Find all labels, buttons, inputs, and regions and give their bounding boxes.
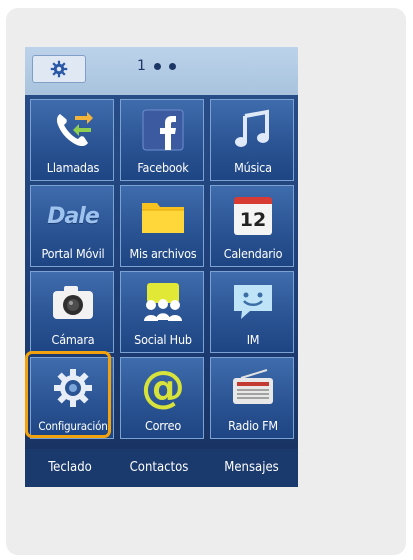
chat-smiley-icon bbox=[234, 285, 272, 319]
app-tile-calendario[interactable]: 12 Calendario bbox=[210, 185, 294, 267]
app-tile-portal-movil[interactable]: Dale Portal Móvil bbox=[30, 185, 114, 267]
app-label: Radio FM bbox=[228, 418, 278, 433]
highlight-box bbox=[25, 351, 111, 438]
people-icon bbox=[144, 283, 182, 321]
app-tile-camara[interactable]: Cámara bbox=[30, 271, 114, 353]
app-tile-social-hub[interactable]: Social Hub bbox=[120, 271, 204, 353]
app-label: Portal Móvil bbox=[41, 246, 105, 261]
music-note-icon bbox=[235, 109, 269, 147]
dock-teclado[interactable]: Teclado bbox=[25, 449, 115, 487]
app-tile-radio-fm[interactable]: Radio FM bbox=[210, 357, 294, 439]
app-label: Mis archivos bbox=[129, 246, 197, 261]
dale-logo-icon: Dale bbox=[47, 203, 100, 229]
app-label: IM bbox=[246, 332, 260, 347]
camera-icon bbox=[53, 286, 93, 319]
app-label: Llamadas bbox=[46, 160, 100, 175]
app-label: Social Hub bbox=[134, 332, 192, 347]
bottom-dock: Teclado Contactos Mensajes bbox=[25, 449, 298, 487]
gear-icon bbox=[50, 60, 68, 78]
app-label: Música bbox=[234, 160, 272, 175]
facebook-icon bbox=[142, 109, 184, 151]
radio-icon bbox=[233, 369, 273, 404]
page-indicator: 1 bbox=[137, 59, 176, 73]
app-tile-llamadas[interactable]: Llamadas bbox=[30, 99, 114, 181]
app-label: Correo bbox=[144, 418, 182, 433]
dock-contactos[interactable]: Contactos bbox=[115, 449, 203, 487]
calendar-day: 12 bbox=[239, 208, 267, 231]
dock-mensajes[interactable]: Mensajes bbox=[205, 449, 298, 487]
app-tile-correo[interactable]: @ Correo bbox=[120, 357, 204, 439]
app-label: Calendario bbox=[223, 246, 283, 261]
calendar-icon: 12 bbox=[234, 197, 272, 235]
app-tile-mis-archivos[interactable]: Mis archivos bbox=[120, 185, 204, 267]
app-label: Cámara bbox=[51, 332, 95, 347]
top-bar: 1 bbox=[25, 47, 298, 95]
widget-settings-button[interactable] bbox=[32, 55, 86, 83]
app-tile-musica[interactable]: Música bbox=[210, 99, 294, 181]
phone-icon bbox=[56, 112, 93, 147]
app-label: Facebook bbox=[137, 160, 189, 175]
page-number: 1 bbox=[137, 58, 146, 74]
page-dot[interactable] bbox=[168, 62, 176, 70]
app-tile-facebook[interactable]: Facebook bbox=[120, 99, 204, 181]
folder-icon bbox=[142, 203, 184, 233]
page-dot[interactable] bbox=[153, 62, 161, 70]
app-tile-im[interactable]: IM bbox=[210, 271, 294, 353]
at-sign-icon: @ bbox=[141, 362, 185, 413]
